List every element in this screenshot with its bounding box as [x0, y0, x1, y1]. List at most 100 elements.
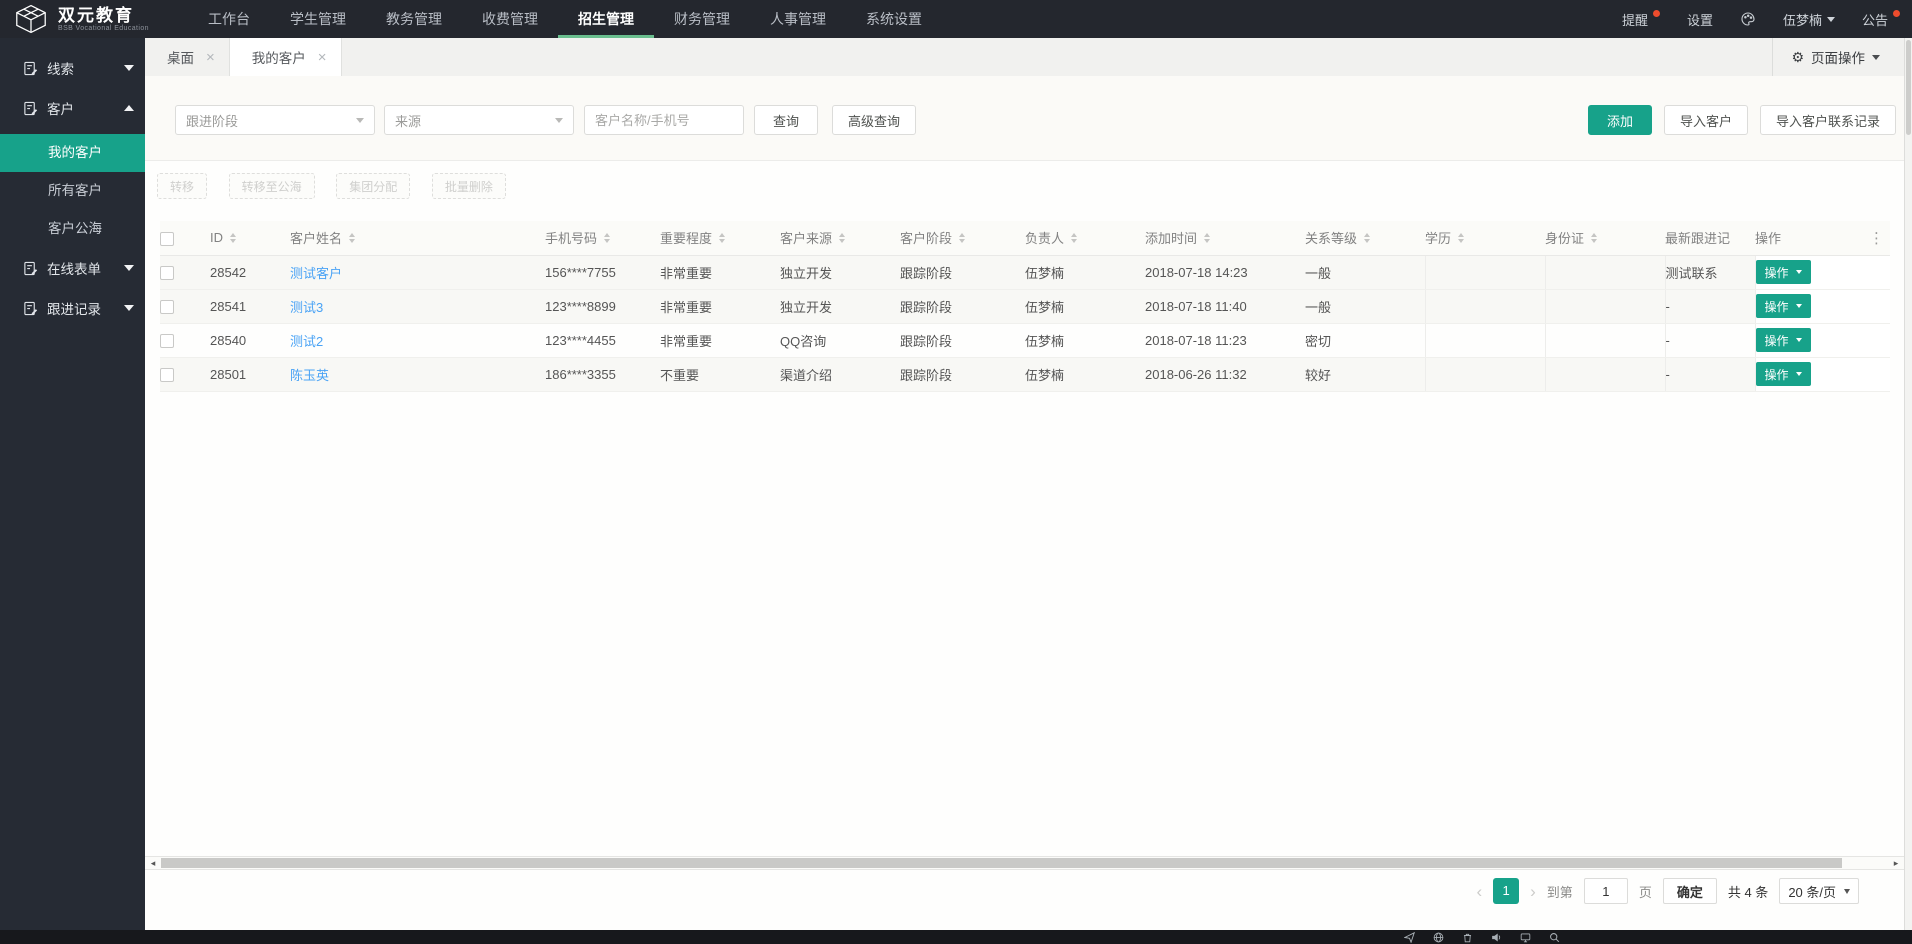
column-header-stage[interactable]: 客户阶段: [900, 221, 1025, 256]
row-action-button[interactable]: 操作: [1756, 260, 1811, 284]
tab-my-customers[interactable]: 我的客户 ×: [229, 38, 342, 76]
import-contact-records-button[interactable]: 导入客户联系记录: [1759, 105, 1896, 135]
browser-icon[interactable]: [1433, 932, 1444, 943]
prev-page-button[interactable]: ‹: [1476, 883, 1482, 900]
sort-icon[interactable]: [349, 232, 356, 243]
close-icon[interactable]: ×: [206, 50, 215, 65]
customer-name-link[interactable]: 测试3: [290, 300, 323, 315]
source-filter-select[interactable]: 来源: [384, 105, 574, 135]
scroll-left-arrow[interactable]: ◂: [145, 857, 161, 869]
sidebar-item-online-forms[interactable]: 在线表单: [0, 248, 145, 288]
chevron-down-icon: [1872, 54, 1880, 60]
scrollbar-thumb[interactable]: [161, 858, 1842, 868]
sidebar-item-customers[interactable]: 客户: [0, 88, 145, 128]
pagination-bar: ‹ 1 › 到第 页 确定 共 4 条 20 条/页: [145, 870, 1904, 912]
advanced-query-button[interactable]: 高级查询: [832, 105, 917, 135]
batch-delete-button[interactable]: 批量删除: [431, 173, 506, 199]
column-settings-icon[interactable]: ⋮: [1855, 230, 1884, 247]
sort-icon[interactable]: [1458, 232, 1465, 243]
row-action-button[interactable]: 操作: [1756, 294, 1811, 318]
query-button[interactable]: 查询: [754, 105, 818, 135]
sort-icon[interactable]: [1071, 232, 1078, 243]
sort-icon[interactable]: [1591, 232, 1598, 243]
nav-label: 系统设置: [866, 11, 922, 27]
nav-item-system-settings[interactable]: 系统设置: [846, 0, 942, 38]
column-header-id-card[interactable]: 身份证: [1545, 221, 1665, 256]
close-icon[interactable]: ×: [318, 50, 327, 65]
volume-icon[interactable]: [1491, 932, 1502, 943]
cell-stage: 跟踪阶段: [900, 323, 1025, 358]
column-header-name[interactable]: 客户姓名: [290, 221, 545, 256]
column-header-added-time[interactable]: 添加时间: [1145, 221, 1305, 256]
column-header-phone[interactable]: 手机号码: [545, 221, 660, 256]
import-customers-button[interactable]: 导入客户: [1663, 105, 1748, 135]
sidebar-item-leads[interactable]: 线索: [0, 48, 145, 88]
scrollbar-thumb[interactable]: [1906, 40, 1911, 135]
user-menu[interactable]: 伍梦楠: [1783, 10, 1835, 29]
cell-phone: 156****7755: [545, 255, 660, 290]
vertical-scrollbar[interactable]: [1904, 38, 1912, 930]
nav-item-academic-mgmt[interactable]: 教务管理: [366, 0, 462, 38]
column-header-source[interactable]: 客户来源: [780, 221, 900, 256]
page-size-select[interactable]: 20 条/页: [1779, 878, 1859, 904]
sort-icon[interactable]: [1364, 232, 1371, 243]
row-checkbox[interactable]: [160, 333, 174, 348]
nav-item-finance-mgmt[interactable]: 财务管理: [654, 0, 750, 38]
nav-item-hr-mgmt[interactable]: 人事管理: [750, 0, 846, 38]
nav-item-fee-mgmt[interactable]: 收费管理: [462, 0, 558, 38]
sort-icon[interactable]: [959, 232, 966, 243]
confirm-page-button[interactable]: 确定: [1662, 878, 1717, 904]
customer-name-link[interactable]: 陈玉英: [290, 368, 329, 383]
select-all-checkbox[interactable]: [160, 231, 174, 246]
row-checkbox[interactable]: [160, 367, 174, 382]
theme-palette-icon[interactable]: [1740, 11, 1756, 27]
page-number-current[interactable]: 1: [1493, 878, 1520, 904]
add-button[interactable]: 添加: [1587, 105, 1652, 135]
horizontal-scrollbar[interactable]: ◂ ▸: [145, 856, 1904, 870]
send-icon[interactable]: [1404, 931, 1415, 943]
customer-name-link[interactable]: 测试2: [290, 334, 323, 349]
column-header-relation[interactable]: 关系等级: [1305, 221, 1425, 256]
page-ops-button[interactable]: ⚙ 页面操作: [1772, 38, 1904, 76]
sidebar-item-my-customers[interactable]: 我的客户: [0, 134, 145, 172]
cell-added-time: 2018-06-26 11:32: [1145, 357, 1305, 392]
settings-button[interactable]: 设置: [1687, 10, 1713, 29]
row-action-button[interactable]: 操作: [1756, 362, 1811, 386]
customer-name-link[interactable]: 测试客户: [290, 266, 342, 281]
scrollbar-track[interactable]: [161, 857, 1888, 869]
sidebar-item-customer-pool[interactable]: 客户公海: [0, 210, 145, 248]
trash-icon[interactable]: [1462, 932, 1473, 943]
sort-icon[interactable]: [839, 232, 846, 243]
stage-filter-select[interactable]: 跟进阶段: [175, 105, 375, 135]
nav-item-enrollment-mgmt[interactable]: 招生管理: [558, 0, 654, 38]
alerts-button[interactable]: 提醒: [1622, 9, 1660, 29]
sidebar-item-all-customers[interactable]: 所有客户: [0, 172, 145, 210]
group-assign-button[interactable]: 集团分配: [336, 173, 411, 199]
sort-icon[interactable]: [604, 232, 611, 243]
column-header-importance[interactable]: 重要程度: [660, 221, 780, 256]
goto-page-input[interactable]: [1583, 878, 1628, 904]
notice-button[interactable]: 公告: [1862, 9, 1900, 29]
column-header-education[interactable]: 学历: [1425, 221, 1545, 256]
display-icon[interactable]: [1520, 932, 1531, 943]
logo[interactable]: 双元教育 BSB Vocational Education: [12, 4, 162, 34]
next-page-button[interactable]: ›: [1530, 883, 1536, 900]
column-header-owner[interactable]: 负责人: [1025, 221, 1145, 256]
sort-icon[interactable]: [1204, 232, 1211, 243]
column-header-id[interactable]: ID: [210, 221, 290, 256]
search-input[interactable]: [584, 105, 744, 135]
nav-item-student-mgmt[interactable]: 学生管理: [270, 0, 366, 38]
row-checkbox[interactable]: [160, 299, 174, 314]
cell-education: [1424, 323, 1545, 358]
sort-icon[interactable]: [719, 232, 726, 243]
row-checkbox[interactable]: [160, 265, 174, 280]
tab-desktop[interactable]: 桌面 ×: [145, 38, 230, 76]
row-action-button[interactable]: 操作: [1756, 328, 1811, 352]
transfer-to-pool-button[interactable]: 转移至公海: [228, 173, 315, 199]
scroll-right-arrow[interactable]: ▸: [1888, 857, 1904, 869]
sidebar-item-follow-records[interactable]: 跟进记录: [0, 288, 145, 328]
nav-item-workbench[interactable]: 工作台: [188, 0, 270, 38]
sort-icon[interactable]: [230, 232, 236, 243]
transfer-button[interactable]: 转移: [157, 173, 208, 199]
search-icon[interactable]: [1549, 932, 1560, 943]
